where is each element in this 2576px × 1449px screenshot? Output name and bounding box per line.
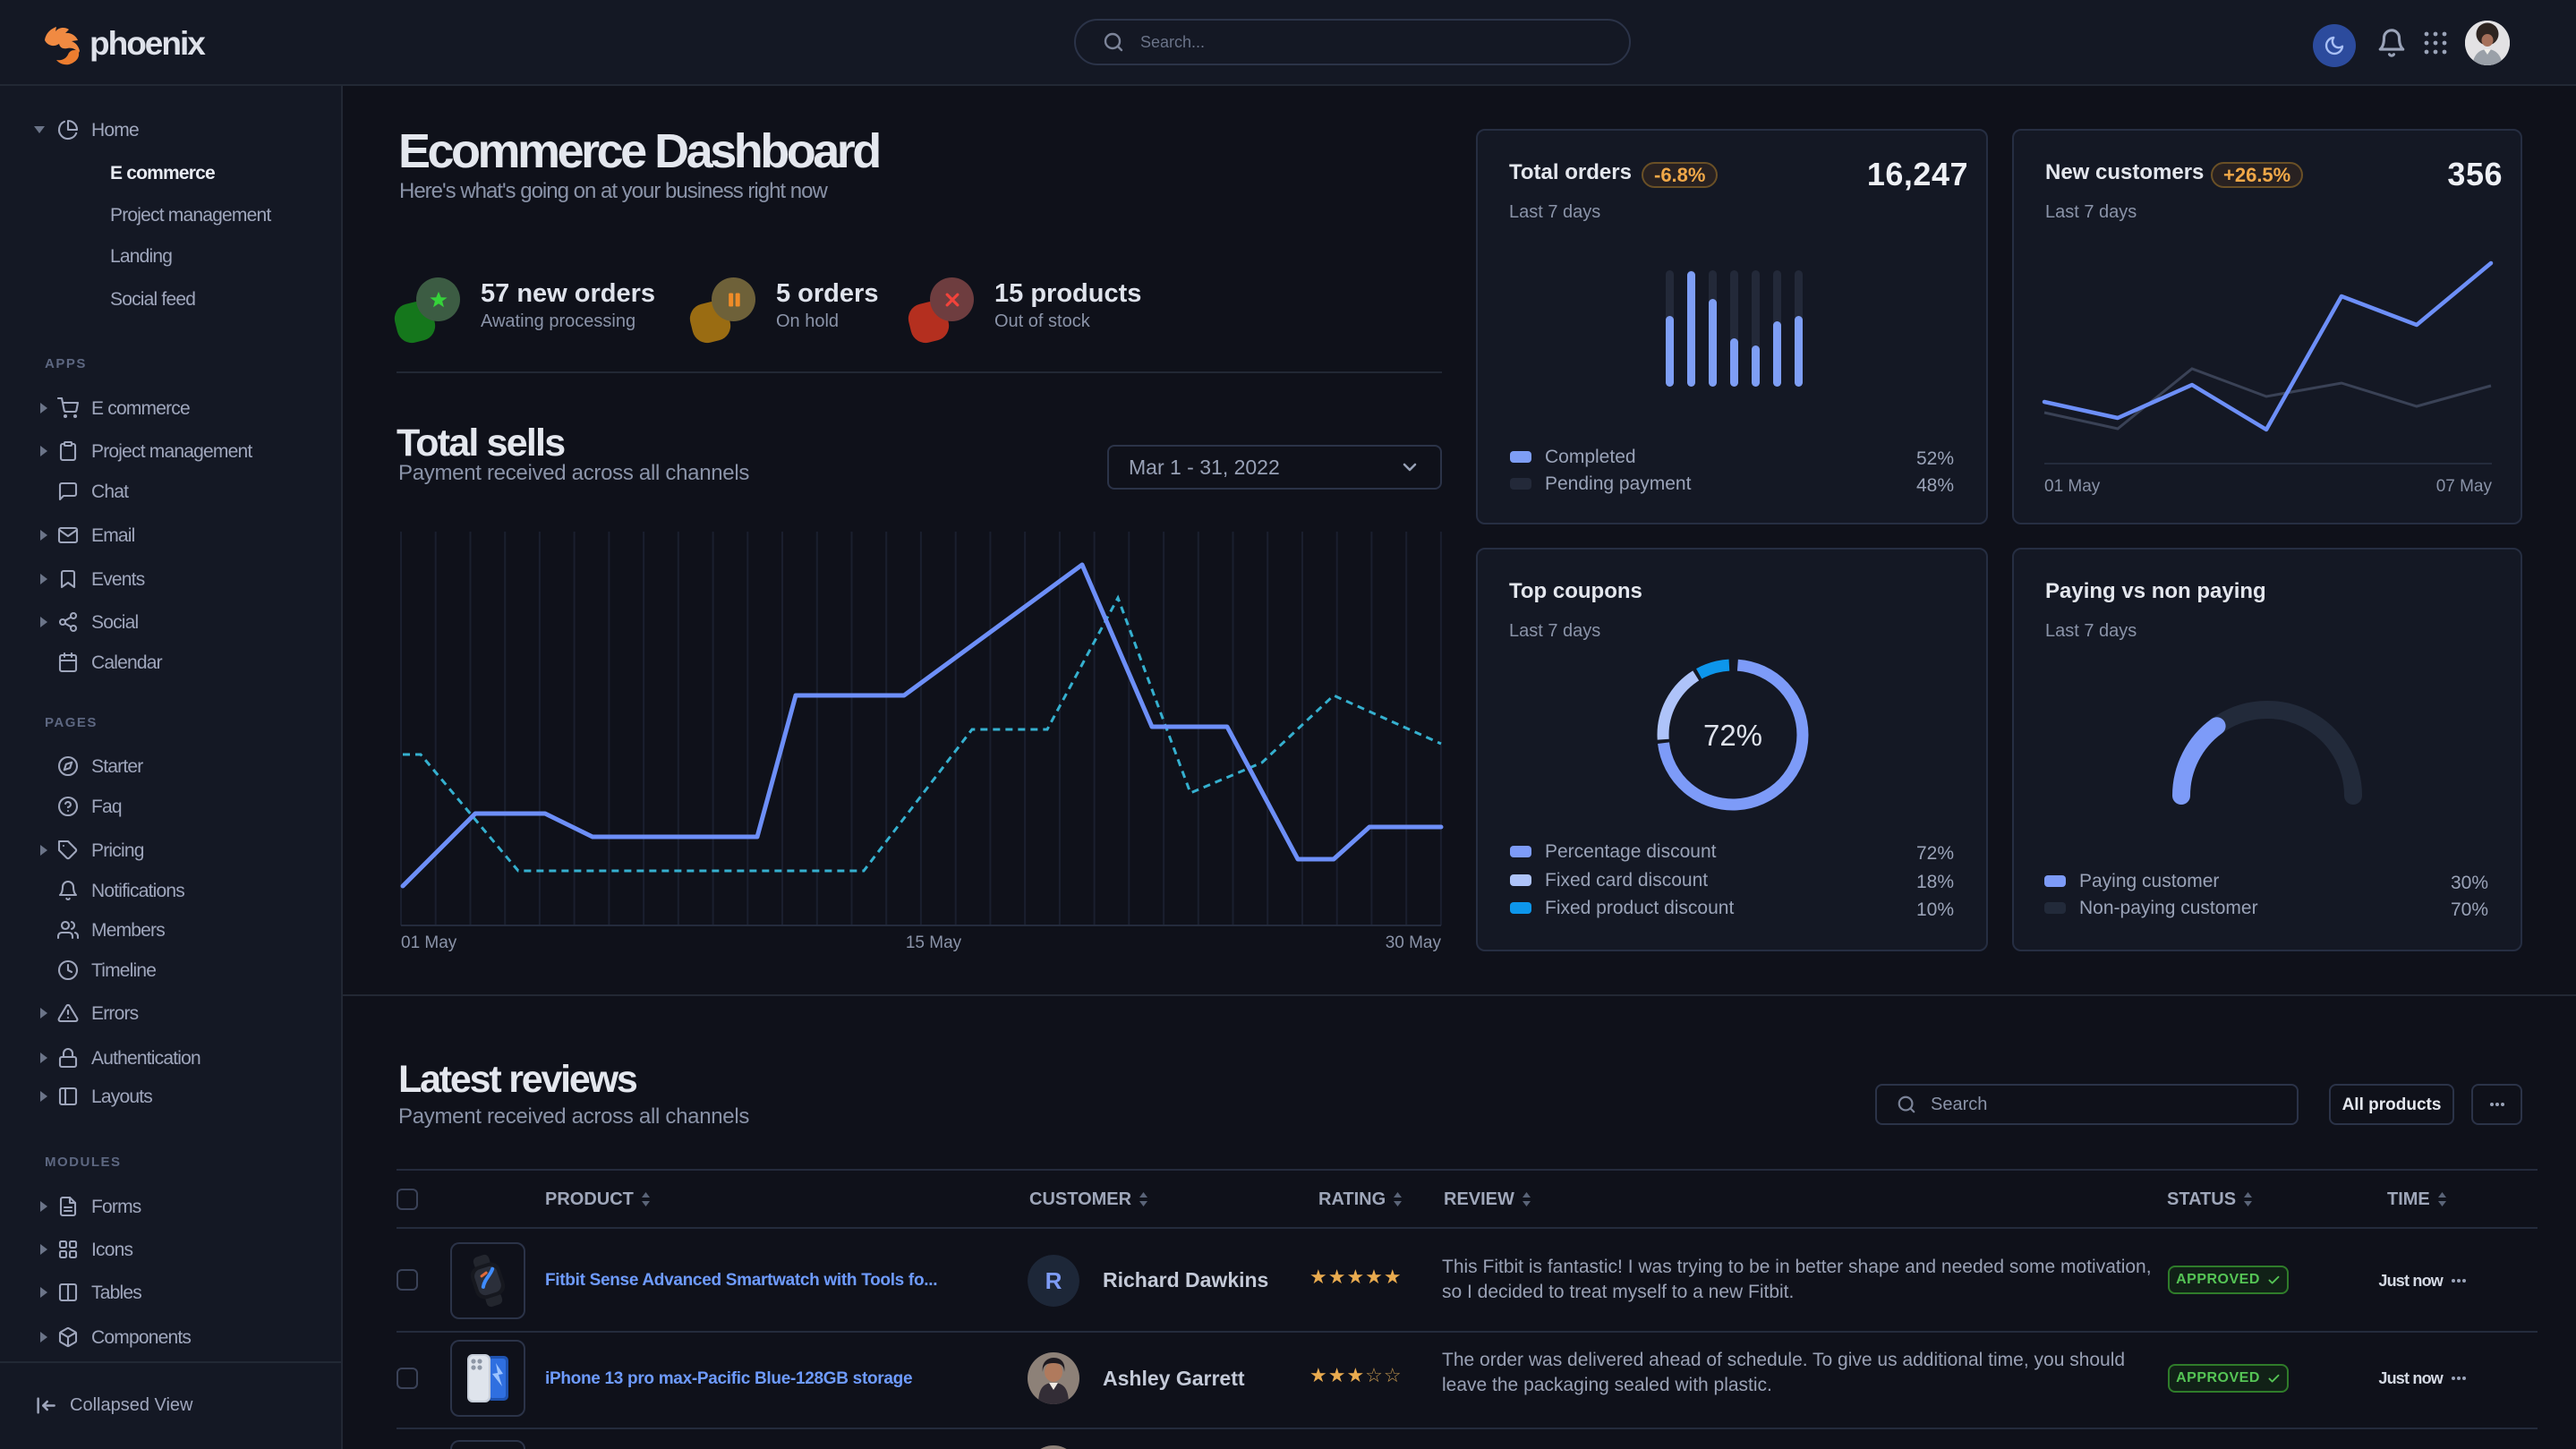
svg-text:07 May: 07 May	[2436, 477, 2493, 496]
svg-text:01 May: 01 May	[401, 933, 457, 952]
svg-text:01 May: 01 May	[2044, 477, 2101, 496]
svg-text:15 May: 15 May	[906, 933, 962, 952]
svg-text:30 May: 30 May	[1386, 933, 1442, 952]
